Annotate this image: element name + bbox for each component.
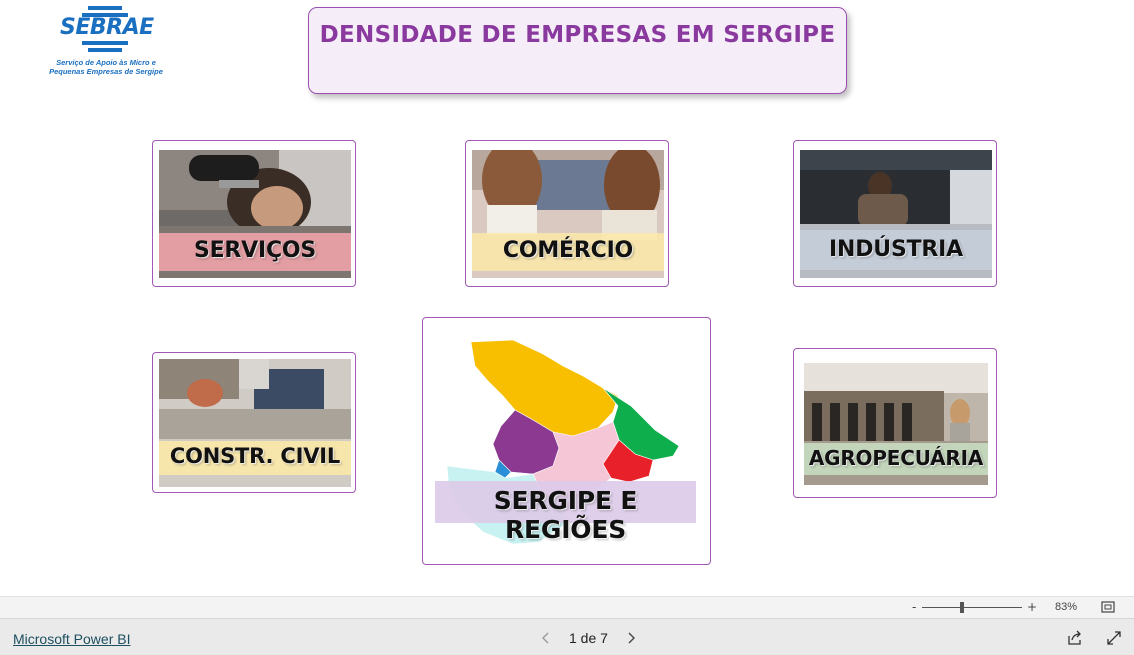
logo-subtitle-line2: Pequenas Empresas de Sergipe — [49, 67, 163, 76]
comercio-label: COMÉRCIO — [502, 238, 634, 263]
industria-label: INDÚSTRIA — [829, 237, 963, 262]
powerbi-link[interactable]: Microsoft Power BI — [13, 631, 130, 647]
zoom-in-button[interactable]: + — [1027, 600, 1037, 614]
chevron-left-icon[interactable] — [541, 632, 551, 644]
zoom-out-button[interactable]: - — [912, 600, 916, 614]
sebrae-logo: SEBRAE Serviço de Apoio às Micro e Peque… — [44, 6, 168, 80]
zoom-slider-track[interactable] — [922, 607, 1022, 608]
logo-subtitle-line1: Serviço de Apoio às Micro e — [56, 58, 156, 67]
card-regioes[interactable]: SERGIPE E REGIÕES — [422, 317, 711, 565]
fit-page-icon[interactable] — [1101, 601, 1115, 613]
logo-wordmark: SEBRAE — [58, 15, 156, 40]
card-agropecuaria[interactable]: AGROPECUÁRIA — [793, 348, 997, 498]
report-canvas: SEBRAE Serviço de Apoio às Micro e Peque… — [0, 0, 1134, 596]
footer-bar: Microsoft Power BI 1 de 7 — [0, 618, 1134, 655]
logo-subtitle: Serviço de Apoio às Micro e Pequenas Emp… — [44, 58, 168, 76]
agropecuaria-label: AGROPECUÁRIA — [808, 446, 984, 470]
zoom-slider-thumb[interactable] — [960, 602, 964, 613]
chevron-right-icon[interactable] — [626, 632, 636, 644]
servicos-label: SERVIÇOS — [193, 238, 317, 263]
zoom-level: 83% — [1055, 601, 1078, 613]
card-industria[interactable]: INDÚSTRIA — [793, 140, 997, 287]
construcao-label: CONSTR. CIVIL — [169, 444, 341, 468]
page-title: DENSIDADE DE EMPRESAS EM SERGIPE — [319, 22, 836, 48]
card-comercio[interactable]: COMÉRCIO — [465, 140, 669, 287]
card-construcao[interactable]: CONSTR. CIVIL — [152, 352, 356, 493]
page-title-box: DENSIDADE DE EMPRESAS EM SERGIPE — [308, 7, 847, 94]
zoom-bar: - + 83% — [0, 596, 1134, 618]
card-servicos[interactable]: SERVIÇOS — [152, 140, 356, 287]
page-indicator: 1 de 7 — [569, 630, 608, 646]
share-icon[interactable] — [1067, 630, 1083, 646]
fullscreen-icon[interactable] — [1106, 630, 1122, 646]
regioes-label: SERGIPE E REGIÕES — [493, 486, 638, 544]
